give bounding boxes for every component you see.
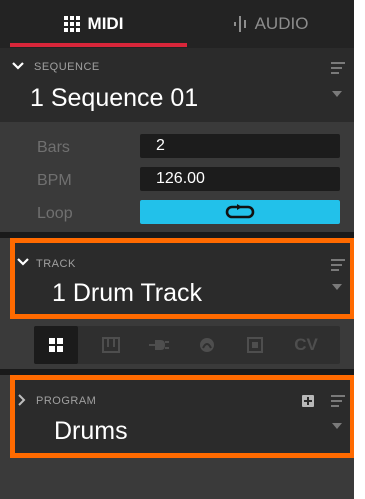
bpm-field[interactable]: 126.00	[140, 167, 340, 191]
loop-icon	[225, 204, 255, 219]
track-value[interactable]: 1 Drum Track	[52, 279, 202, 308]
tab-audio-label: AUDIO	[254, 14, 309, 33]
cv-label: CV	[294, 335, 318, 354]
piano-roll-icon	[102, 337, 120, 353]
program-section[interactable]: PROGRAM Drums	[10, 375, 354, 458]
plug-icon	[149, 340, 169, 350]
tab-midi-label: MIDI	[87, 14, 124, 33]
dropdown-arrow-icon[interactable]	[332, 423, 342, 429]
circle-icon	[200, 338, 214, 352]
panel-edge	[354, 0, 365, 499]
program-value[interactable]: Drums	[54, 417, 128, 446]
loop-label: Loop	[37, 205, 73, 222]
square-button[interactable]	[233, 326, 277, 364]
plus-icon[interactable]	[302, 395, 314, 407]
chevron-down-icon[interactable]	[12, 62, 24, 70]
menu-icon[interactable]	[331, 395, 345, 410]
grid-view-icon	[49, 338, 63, 352]
loop-toggle[interactable]	[140, 200, 340, 224]
square-icon	[247, 337, 263, 353]
view-buttons: CV	[34, 326, 340, 364]
chevron-down-icon[interactable]	[17, 258, 29, 266]
tab-midi[interactable]: MIDI	[0, 0, 187, 48]
grid-icon	[63, 16, 80, 32]
bpm-label: BPM	[37, 172, 72, 189]
plug-button[interactable]	[137, 326, 181, 364]
piano-roll-button[interactable]	[89, 326, 133, 364]
cv-button[interactable]: CV	[284, 326, 328, 364]
menu-icon[interactable]	[331, 259, 345, 274]
active-tab-indicator	[10, 43, 187, 47]
sequence-value[interactable]: 1 Sequence 01	[30, 84, 198, 113]
sequence-section[interactable]: SEQUENCE 1 Sequence 01	[0, 48, 354, 122]
inspector-panel: MIDI AUDIO SEQUENCE 1 Sequence 01 Bars 2…	[0, 0, 354, 499]
dropdown-arrow-icon[interactable]	[332, 91, 342, 97]
program-label: PROGRAM	[36, 395, 97, 407]
bars-label: Bars	[37, 139, 70, 156]
track-section[interactable]: TRACK 1 Drum Track	[10, 238, 354, 319]
grid-view-button[interactable]	[34, 326, 78, 364]
tab-audio[interactable]: AUDIO	[187, 0, 354, 48]
dropdown-arrow-icon[interactable]	[332, 284, 342, 290]
waveform-icon	[233, 16, 246, 32]
circle-button[interactable]	[185, 326, 229, 364]
tab-bar: MIDI AUDIO	[0, 0, 354, 48]
track-label: TRACK	[36, 258, 76, 270]
sequence-label: SEQUENCE	[34, 61, 100, 73]
chevron-right-icon[interactable]	[18, 394, 26, 406]
bars-field[interactable]: 2	[140, 134, 340, 158]
menu-icon[interactable]	[331, 62, 345, 77]
